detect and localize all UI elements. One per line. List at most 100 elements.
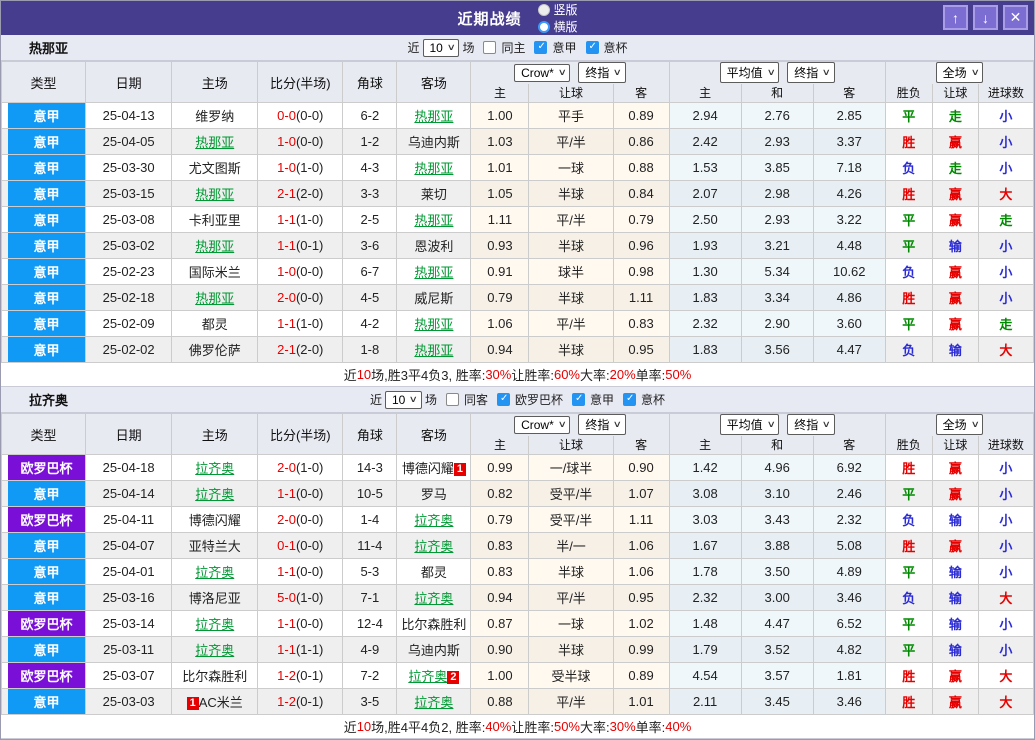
layout-radio-horizontal[interactable]: 横版 <box>537 18 578 35</box>
section-header: 拉齐奥近10∨场同客欧罗巴杯意甲意杯 <box>1 387 1034 413</box>
home-team-cell: 热那亚 <box>171 128 259 155</box>
home-team-name[interactable]: 拉齐奥 <box>195 617 234 632</box>
away-team-name[interactable]: 热那亚 <box>414 161 453 176</box>
full-time-score: 1-0 <box>277 134 296 149</box>
handicap-odds-cell: 1.11 <box>612 284 670 311</box>
handicap-odds-cell: 平手 <box>528 102 614 129</box>
scroll-down-button[interactable]: ↓ <box>973 5 998 30</box>
away-team-name[interactable]: 热那亚 <box>414 265 453 280</box>
bookmaker-select[interactable]: Crow* ∨ <box>514 415 571 434</box>
odds-time-select[interactable]: 终指 ∨ <box>578 414 626 436</box>
away-team-name[interactable]: 热那亚 <box>414 109 453 124</box>
home-team-cell: 都灵 <box>171 310 259 337</box>
checkbox-欧罗巴杯[interactable] <box>496 393 510 406</box>
layout-radio-vertical[interactable]: 竖版 <box>537 1 578 18</box>
checkbox-意甲[interactable] <box>571 393 585 406</box>
competition-cell: 意甲 <box>1 102 87 129</box>
average-odds-cell: 3.46 <box>812 584 886 611</box>
half-time-score: (2-0) <box>295 186 324 201</box>
match-filter: 近10∨场同客欧罗巴杯意甲意杯 <box>370 390 665 409</box>
scroll-up-button[interactable]: ↑ <box>943 5 968 30</box>
checkbox-label: 同主 <box>501 41 526 55</box>
away-team-name[interactable]: 拉齐奥 <box>414 591 453 606</box>
titlebar-buttons: ↑ ↓ ✕ <box>943 5 1028 30</box>
close-button[interactable]: ✕ <box>1003 5 1028 30</box>
date-cell: 25-03-03 <box>85 688 173 715</box>
home-team-cell: 尤文图斯 <box>171 154 259 181</box>
match-count-select[interactable]: 10 ∨ <box>384 390 422 409</box>
match-row: 意甲 25-04-14 拉齐奥 1-1(0-0) 10-5 罗马 0.82 受平/半 1.07 3… <box>1 480 1034 507</box>
odds-time-select-2[interactable]: 终指 ∨ <box>787 414 835 436</box>
odds-time-select[interactable]: 终指 ∨ <box>578 62 626 84</box>
bookmaker-select[interactable]: Crow* ∨ <box>514 63 571 82</box>
checkbox-意杯[interactable] <box>623 393 636 406</box>
corner-cell: 4-2 <box>342 310 398 337</box>
home-team-name[interactable]: 热那亚 <box>195 291 234 306</box>
column-header: 角球 <box>342 413 398 455</box>
corner-cell: 11-4 <box>342 532 398 559</box>
match-row: 意甲 25-04-13 维罗纳 0-0(0-0) 6-2 热那亚 1.00 平手 0.89 2.9… <box>1 102 1034 129</box>
home-team-name[interactable]: 热那亚 <box>195 239 234 254</box>
result-cell: 赢 <box>931 480 979 507</box>
handicap-odds-cell: 半球 <box>528 180 614 207</box>
home-team-cell: 拉齐奥 <box>171 610 259 637</box>
away-team-name[interactable]: 拉齐奥 <box>408 669 447 684</box>
full-match-select[interactable]: 全场 ∨ <box>935 62 984 84</box>
average-odds-cell: 3.57 <box>740 662 814 689</box>
home-team-name[interactable]: 热那亚 <box>195 135 234 150</box>
full-match-select[interactable]: 全场 ∨ <box>935 414 984 436</box>
home-team-name: 亚特兰大 <box>188 539 241 554</box>
score-cell: 2-0(0-0) <box>257 506 344 533</box>
half-time-score: (1-0) <box>295 212 324 227</box>
result-cell: 胜 <box>884 128 933 155</box>
home-team-name[interactable]: 拉齐奥 <box>195 643 234 658</box>
summary-text: 场,胜4平4负2, 胜率: <box>371 720 486 735</box>
odds-time-select-2[interactable]: 终指 ∨ <box>787 62 835 84</box>
match-row: 意甲 25-02-09 都灵 1-1(1-0) 4-2 热那亚 1.06 平/半 0.83 2.3… <box>1 310 1034 337</box>
average-odds-cell: 1.83 <box>668 284 742 311</box>
away-team-name: 都灵 <box>420 565 447 580</box>
home-team-name[interactable]: 拉齐奥 <box>195 565 234 580</box>
checkbox-意杯[interactable] <box>585 41 599 54</box>
away-team-name: 威尼斯 <box>414 291 454 306</box>
away-team-cell: 莱切 <box>396 180 472 207</box>
match-count-select[interactable]: 10 ∨ <box>422 38 460 57</box>
away-team-name[interactable]: 拉齐奥 <box>414 695 453 710</box>
result-cell: 负 <box>884 506 933 533</box>
average-odds-cell: 3.34 <box>740 284 814 311</box>
handicap-odds-cell: 一球 <box>528 610 614 637</box>
score-cell: 1-1(0-0) <box>257 610 344 637</box>
full-time-score: 1-1 <box>277 212 296 227</box>
red-card-badge: 1 <box>453 463 466 476</box>
away-team-name[interactable]: 热那亚 <box>414 317 453 332</box>
average-select[interactable]: 平均值 ∨ <box>719 62 780 84</box>
average-select[interactable]: 平均值 ∨ <box>719 414 780 436</box>
summary-text: 大率: <box>580 720 610 735</box>
match-row: 意甲 25-04-05 热那亚 1-0(0-0) 1-2 乌迪内斯 1.03 平/半 0.86 2… <box>1 128 1034 155</box>
average-odds-cell: 4.86 <box>812 284 886 311</box>
handicap-odds-cell: 0.89 <box>612 662 670 689</box>
sub-column-header: 进球数 <box>977 435 1034 455</box>
average-odds-cell: 3.37 <box>812 128 886 155</box>
chevron-down-icon: ∨ <box>821 419 832 430</box>
away-team-name[interactable]: 拉齐奥 <box>414 539 453 554</box>
date-cell: 25-04-14 <box>85 480 173 507</box>
sub-column-header: 客 <box>812 83 886 103</box>
checkbox-同客[interactable] <box>445 393 459 406</box>
competition-badge: 意甲 <box>8 285 85 310</box>
away-team-name[interactable]: 热那亚 <box>414 343 453 358</box>
home-team-name[interactable]: 拉齐奥 <box>195 487 234 502</box>
home-team-name[interactable]: 热那亚 <box>195 187 234 202</box>
column-header: 日期 <box>85 413 173 455</box>
checkbox-同主[interactable] <box>483 41 497 54</box>
away-team-name[interactable]: 热那亚 <box>414 213 453 228</box>
sub-column-header: 进球数 <box>977 83 1034 103</box>
average-odds-cell: 6.52 <box>812 610 886 637</box>
full-time-score: 2-1 <box>277 186 296 201</box>
result-cell: 平 <box>884 610 933 637</box>
home-team-name[interactable]: 拉齐奥 <box>195 461 234 476</box>
away-team-name[interactable]: 拉齐奥 <box>414 513 453 528</box>
date-cell: 25-04-01 <box>85 558 173 585</box>
average-odds-cell: 5.08 <box>812 532 886 559</box>
checkbox-意甲[interactable] <box>534 41 548 54</box>
